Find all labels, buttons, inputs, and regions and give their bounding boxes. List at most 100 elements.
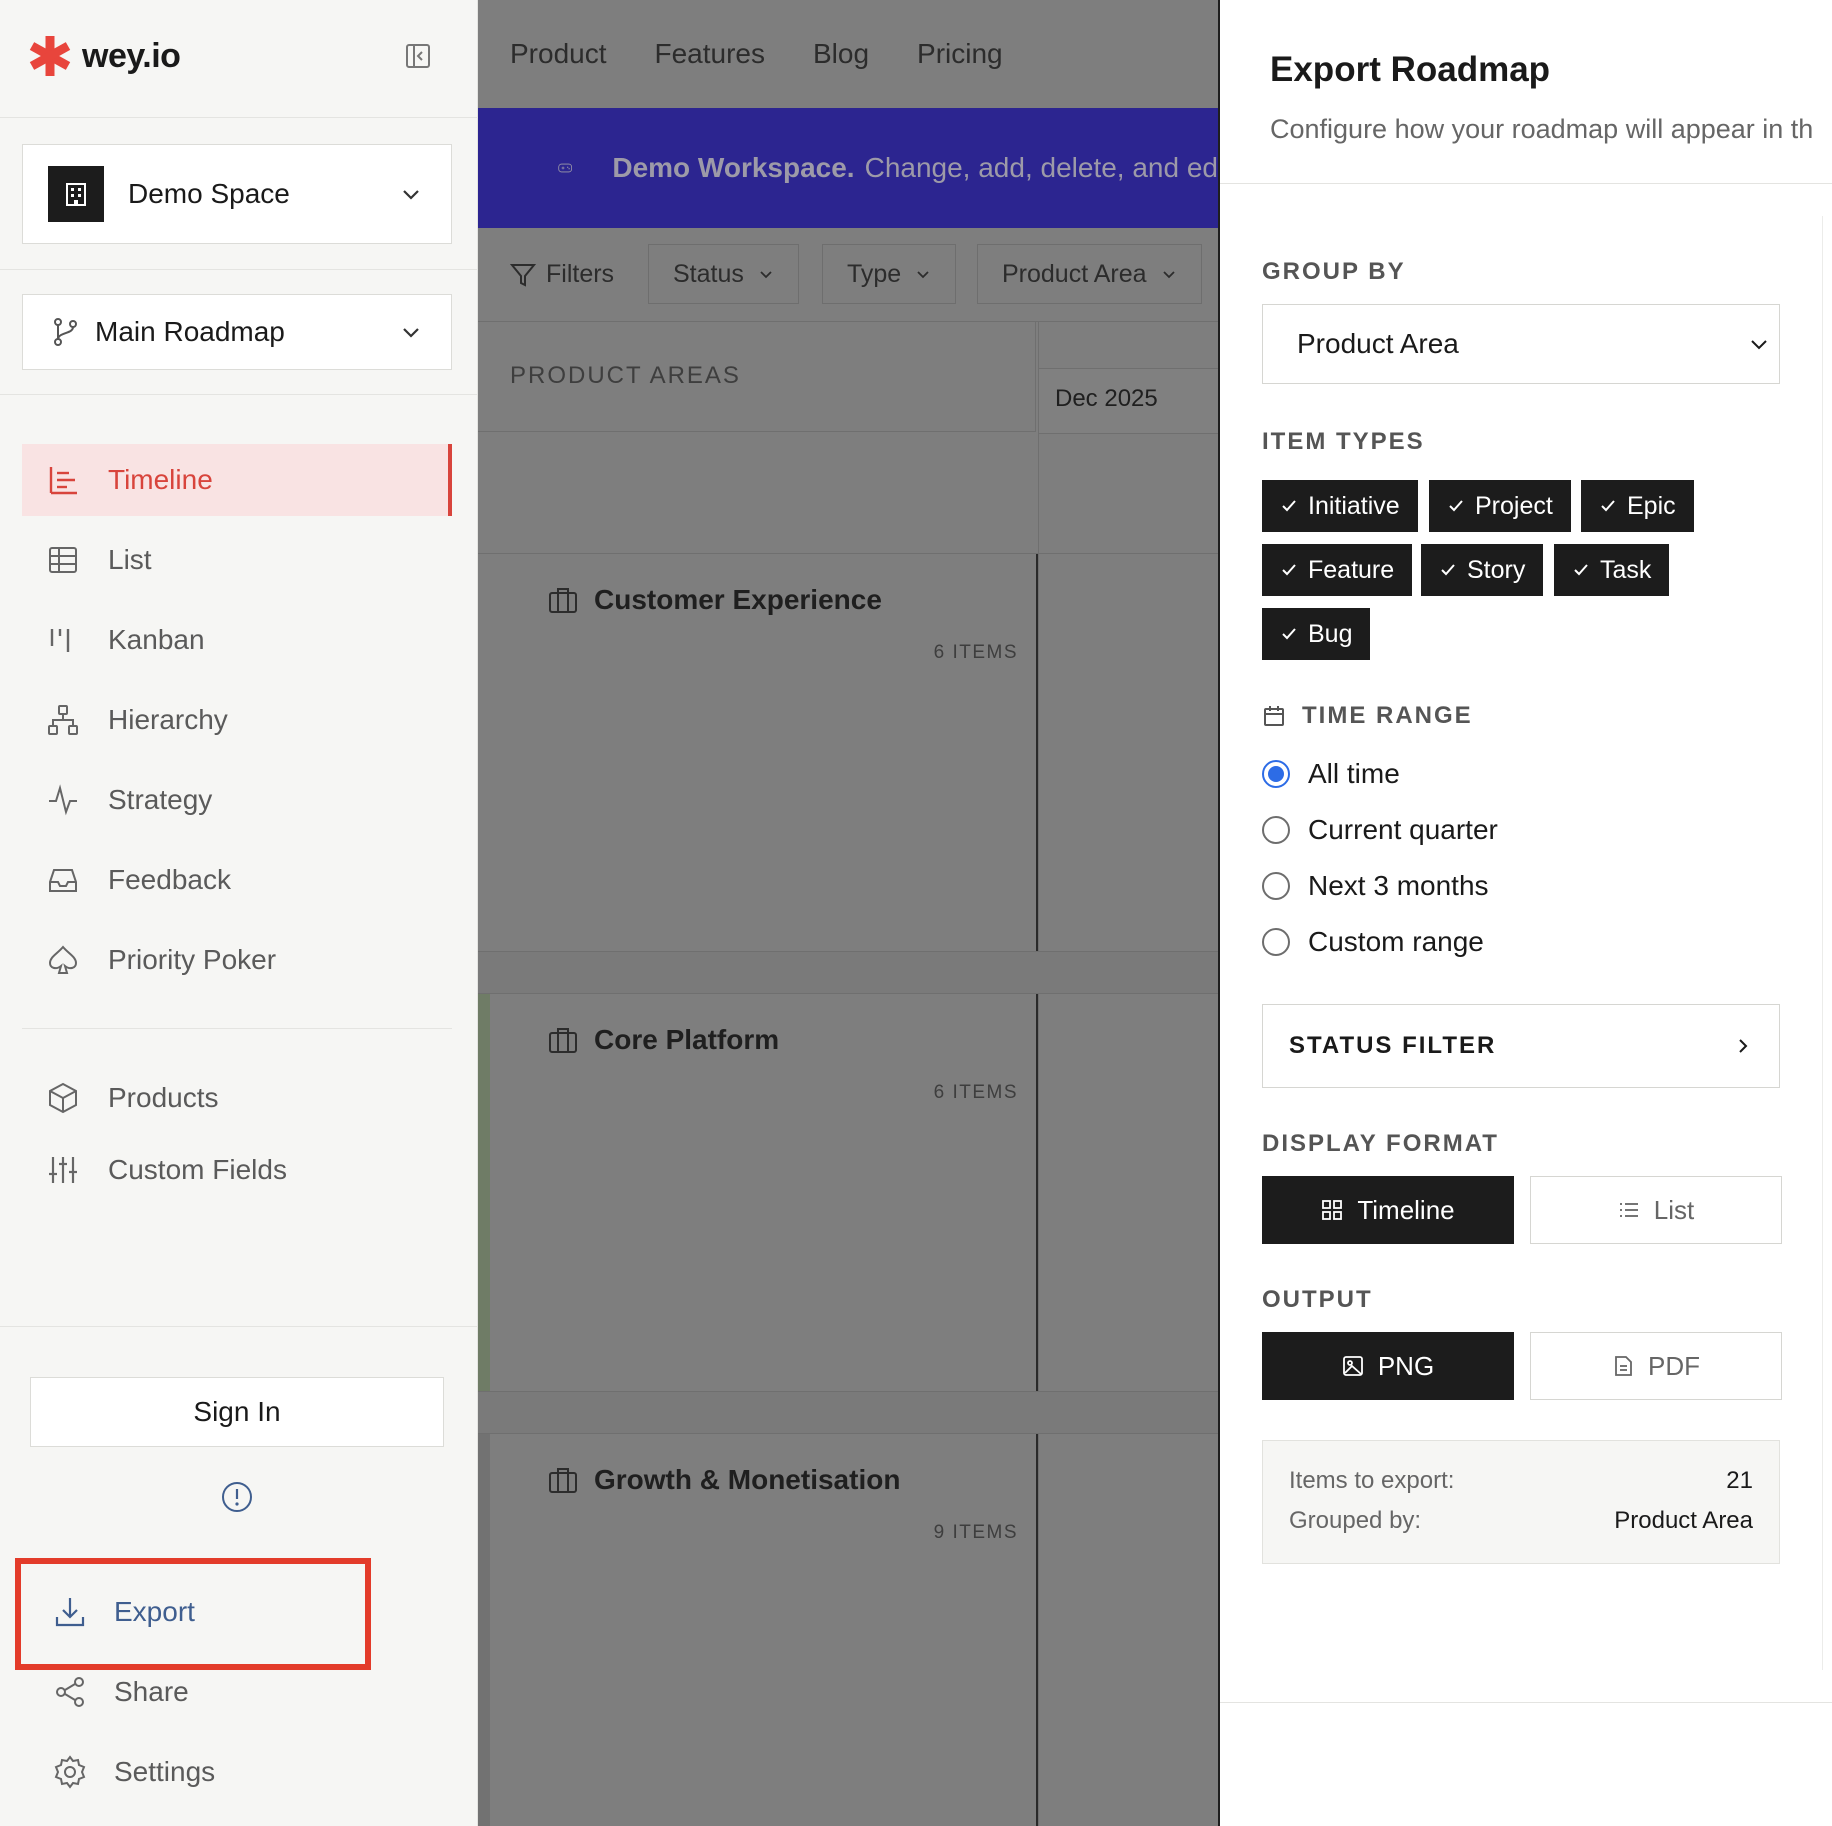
display-format-list[interactable]: List: [1530, 1176, 1782, 1244]
summary-grouped-label: Grouped by:: [1289, 1507, 1422, 1534]
nav-item-strategy[interactable]: Strategy: [22, 764, 452, 836]
radio-label: Custom range: [1308, 926, 1484, 957]
hierarchy-icon: [46, 703, 80, 737]
filters-button[interactable]: Filters: [510, 260, 614, 289]
top-nav-product[interactable]: Product: [510, 38, 607, 70]
item-type-chip-epic[interactable]: Epic: [1581, 480, 1694, 532]
panel-scrollbar[interactable]: [1822, 216, 1832, 1670]
group-title-text: Core Platform: [594, 1024, 780, 1055]
settings-button[interactable]: Settings: [52, 1744, 215, 1800]
sign-in-button[interactable]: Sign In: [30, 1377, 444, 1447]
chevron-down-icon: [917, 271, 929, 279]
space-label: Demo Space: [128, 178, 290, 209]
settings-label: Settings: [114, 1756, 216, 1787]
type-filter-dropdown[interactable]: Type: [822, 244, 957, 304]
item-type-chip-bug[interactable]: Bug: [1262, 608, 1371, 660]
radio-label: All time: [1308, 758, 1400, 789]
nav-item-products[interactable]: Products: [22, 1062, 452, 1134]
item-type-chip-task[interactable]: Task: [1554, 544, 1670, 596]
export-label: Export: [114, 1596, 195, 1627]
top-nav-pricing[interactable]: Pricing: [917, 38, 1003, 70]
panel-header: Export Roadmap Configure how your roadma…: [1220, 0, 1832, 184]
nav-item-kanban[interactable]: Kanban: [22, 604, 452, 676]
status-filter-expander[interactable]: STATUS FILTER: [1262, 1004, 1780, 1088]
product-area-filter-dropdown[interactable]: Product Area: [977, 244, 1202, 304]
nav-label: Priority Poker: [108, 944, 277, 975]
group-title: Customer Experience: [548, 584, 882, 616]
group-core-platform[interactable]: Core Platform 6 ITEMS: [478, 994, 1218, 1392]
summary-items-row: Items to export: 21: [1289, 1467, 1753, 1495]
output-pdf[interactable]: PDF: [1530, 1332, 1782, 1400]
radio-label: Current quarter: [1308, 814, 1498, 845]
banner-text: Change, add, delete, and ed: [864, 152, 1218, 183]
item-type-chip-project[interactable]: Project: [1429, 480, 1571, 532]
divider: [0, 1326, 478, 1327]
chevron-right-icon: [1739, 1039, 1748, 1053]
time-range-current-quarter[interactable]: Current quarter: [1262, 814, 1498, 846]
roadmap-selector[interactable]: Main Roadmap: [22, 294, 452, 370]
nav-item-priority-poker[interactable]: Priority Poker: [22, 924, 452, 996]
share-label: Share: [114, 1676, 189, 1707]
chip-label: Story: [1467, 555, 1526, 584]
segment-label: PNG: [1377, 1350, 1435, 1381]
group-by-select[interactable]: Product Area: [1262, 304, 1780, 384]
nav-item-hierarchy[interactable]: Hierarchy: [22, 684, 452, 756]
check-icon: [1441, 564, 1455, 576]
collapse-sidebar-icon[interactable]: [404, 42, 432, 70]
output-png[interactable]: PNG: [1262, 1332, 1514, 1400]
time-range-next-3-months[interactable]: Next 3 months: [1262, 870, 1489, 902]
radio-icon: [1262, 816, 1290, 844]
time-range-all-time[interactable]: All time: [1262, 758, 1400, 790]
display-format-timeline[interactable]: Timeline: [1262, 1176, 1514, 1244]
nav-label: List: [108, 544, 152, 575]
check-icon: [1601, 500, 1615, 512]
summary-grouped-row: Grouped by: Product Area: [1289, 1507, 1753, 1535]
item-types-label: ITEM TYPES: [1262, 428, 1425, 455]
panel-footer-divider: [1220, 1702, 1832, 1703]
space-selector[interactable]: Demo Space: [22, 144, 452, 244]
export-button[interactable]: Export: [52, 1584, 195, 1640]
summary-items-label: Items to export:: [1289, 1467, 1455, 1494]
group-growth-monetisation[interactable]: Growth & Monetisation 9 ITEMS: [478, 1434, 1218, 1826]
item-type-chip-story[interactable]: Story: [1421, 544, 1544, 596]
status-filter-label: Status: [673, 259, 744, 288]
nav-label: Custom Fields: [108, 1154, 287, 1185]
share-button[interactable]: Share: [52, 1664, 189, 1720]
group-customer-experience[interactable]: Customer Experience 6 ITEMS: [478, 554, 1218, 952]
status-filter-dropdown[interactable]: Status: [648, 244, 799, 304]
time-range-custom-range[interactable]: Custom range: [1262, 926, 1484, 958]
product-area-filter-label: Product Area: [1002, 259, 1147, 288]
pulse-icon: [46, 783, 80, 817]
group-label-cell: Customer Experience 6 ITEMS: [478, 554, 1038, 951]
chevron-down-icon: [403, 328, 419, 338]
export-summary: Items to export: 21 Grouped by: Product …: [1262, 1440, 1780, 1564]
group-count: 6 ITEMS: [933, 642, 1018, 663]
divider: [0, 394, 478, 395]
sidebar-header: wey.io: [0, 0, 478, 118]
nav-item-list[interactable]: List: [22, 524, 452, 596]
top-nav-blog[interactable]: Blog: [813, 38, 869, 70]
kanban-icon: [46, 623, 80, 657]
nav-label: Kanban: [108, 624, 205, 655]
alert-circle-icon[interactable]: [220, 1480, 254, 1514]
filter-bar: Filters Status Type Product Area: [478, 228, 1218, 322]
check-icon: [1282, 628, 1296, 640]
logo[interactable]: wey.io: [28, 34, 181, 78]
top-nav-features[interactable]: Features: [655, 38, 766, 70]
radio-icon: [1262, 928, 1290, 956]
check-icon: [1449, 500, 1463, 512]
nav-label: Hierarchy: [108, 704, 228, 735]
nav-item-custom-fields[interactable]: Custom Fields: [22, 1134, 452, 1206]
display-format-label: DISPLAY FORMAT: [1262, 1130, 1499, 1157]
item-type-chip-initiative[interactable]: Initiative: [1262, 480, 1418, 532]
group-title: Core Platform: [548, 1024, 779, 1056]
nav-item-timeline[interactable]: Timeline: [22, 444, 452, 516]
nav-item-feedback[interactable]: Feedback: [22, 844, 452, 916]
check-icon: [1282, 564, 1296, 576]
item-type-chip-feature[interactable]: Feature: [1262, 544, 1413, 596]
time-range-heading: TIME RANGE: [1262, 702, 1473, 730]
top-nav: Product Features Blog Pricing: [478, 0, 1218, 108]
demo-banner: Demo Workspace. Change, add, delete, and…: [478, 108, 1218, 228]
filter-icon: [510, 263, 536, 287]
time-range-label: TIME RANGE: [1302, 702, 1473, 729]
